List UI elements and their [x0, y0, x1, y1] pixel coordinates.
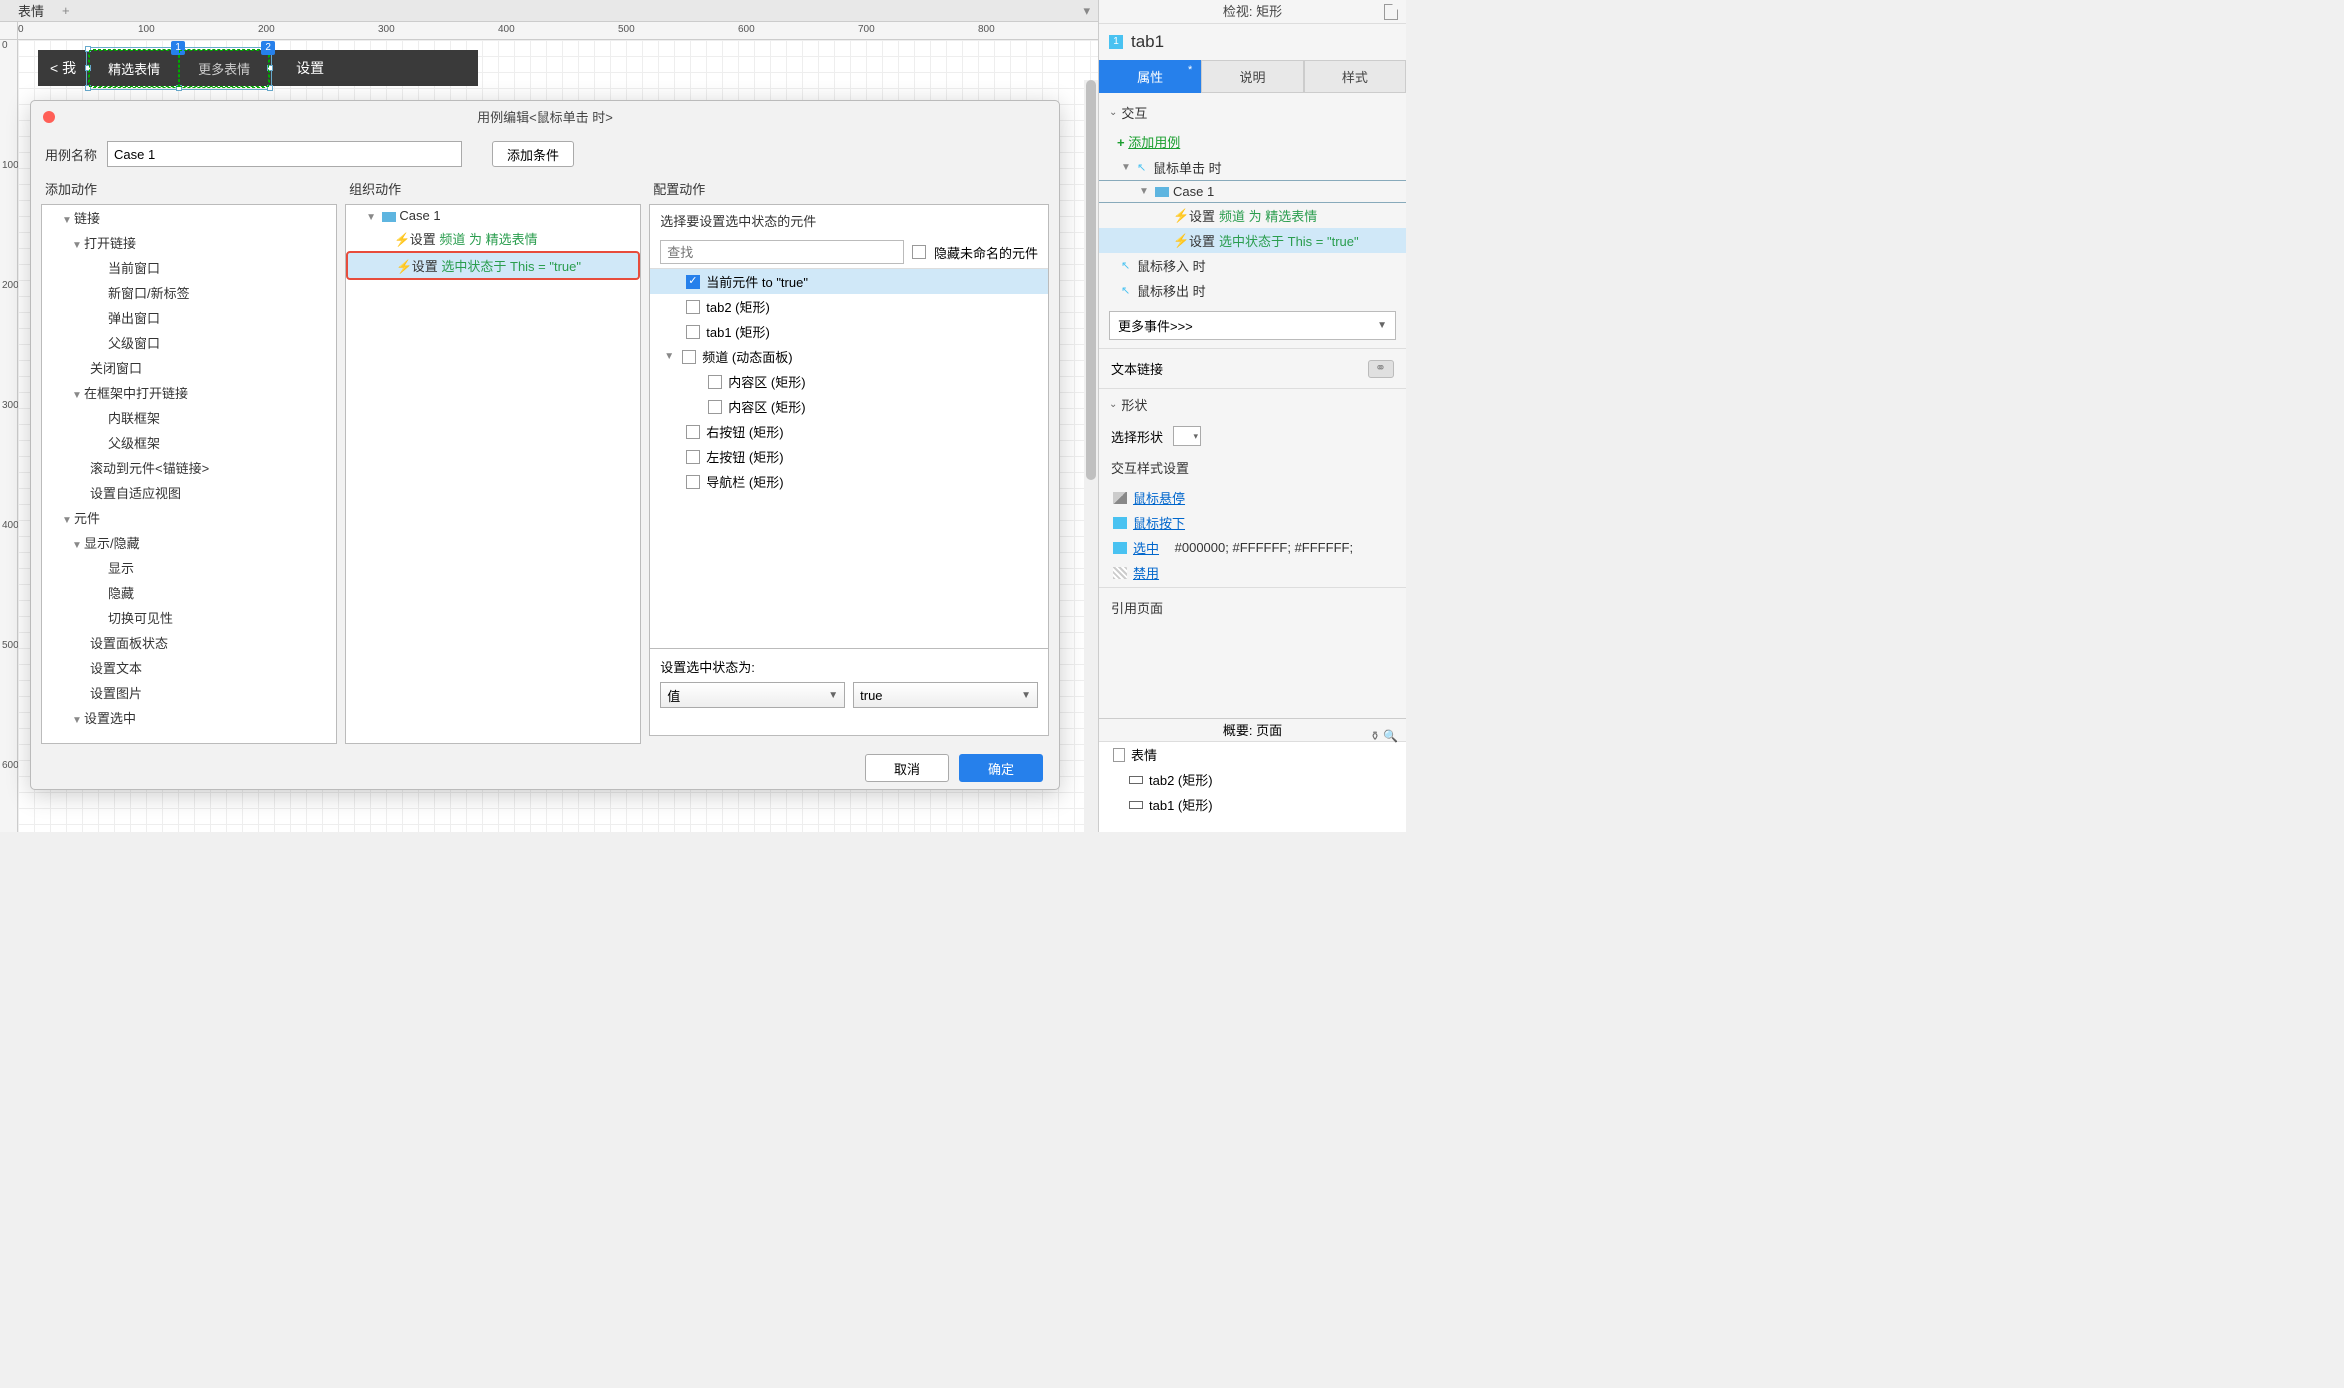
selected-action-item[interactable]: ⚡ 设置 选中状态于 This = "true"	[1099, 228, 1406, 253]
tab-properties[interactable]: 属性*	[1099, 60, 1201, 93]
tab-group-selected[interactable]: 精选表情 1 更多表情 2	[88, 49, 270, 88]
link-icon[interactable]	[1368, 360, 1394, 378]
current-widget-checkbox[interactable]	[686, 275, 700, 289]
tab1-widget[interactable]: 精选表情 1	[89, 50, 179, 87]
add-page-tab[interactable]: +	[54, 1, 78, 20]
page-tab-dropdown[interactable]: ▾	[1075, 1, 1098, 21]
disabled-style-link[interactable]: 禁用	[1113, 560, 1392, 585]
value-type-select[interactable]: 值▼	[660, 682, 845, 708]
click-icon: ↖	[1137, 161, 1149, 174]
inspector-header: 检视: 矩形	[1099, 0, 1406, 24]
outline-tree[interactable]: 表情 tab2 (矩形) tab1 (矩形)	[1099, 742, 1406, 832]
back-button[interactable]: < 我	[38, 58, 88, 78]
interactions-section[interactable]: ⌄交互	[1099, 97, 1406, 128]
configure-action: 选择要设置选中状态的元件 隐藏未命名的元件 当前元件 to "true" tab…	[649, 204, 1049, 649]
ix-style-header: 交互样式设置	[1099, 452, 1406, 483]
tab2-widget[interactable]: 更多表情 2	[179, 50, 269, 87]
shape-section[interactable]: ⌄形状	[1099, 389, 1406, 420]
widget-search-input[interactable]	[660, 240, 904, 264]
case-icon	[382, 212, 396, 222]
add-condition-button[interactable]: 添加条件	[492, 141, 574, 167]
configure-action-header: 配置动作	[649, 173, 1049, 204]
outline-header: 概要: 页面 ⚱ 🔍	[1099, 718, 1406, 742]
add-case-link[interactable]: + 添加用例	[1099, 128, 1406, 155]
close-icon[interactable]	[43, 111, 55, 123]
search-icon[interactable]: 🔍	[1383, 724, 1398, 748]
bolt-icon: ⚡	[396, 259, 408, 275]
page-tab-bar: 表情 + ▾	[0, 0, 1098, 22]
mouseenter-icon: ↖	[1121, 259, 1133, 272]
ok-button[interactable]: 确定	[959, 754, 1043, 782]
filter-icon[interactable]: ⚱	[1370, 724, 1380, 748]
text-link-label: 文本链接	[1111, 359, 1163, 378]
page-icon	[1113, 748, 1125, 762]
rect-icon	[1129, 801, 1143, 809]
disabled-icon	[1113, 567, 1127, 579]
footnote-2: 2	[261, 41, 275, 55]
organize-actions[interactable]: ▼ Case 1 ⚡ 设置 频道 为 精选表情 ⚡ 设置 选中状态于 This …	[345, 204, 641, 744]
value-select[interactable]: true▼	[853, 682, 1038, 708]
ruler-vertical[interactable]: 0 100 200 300 400 500 600	[0, 40, 18, 832]
ruler-horizontal[interactable]: 0 100 200 300 400 500 600 700 800	[18, 22, 1098, 40]
cancel-button[interactable]: 取消	[865, 754, 949, 782]
shape-select[interactable]	[1173, 426, 1201, 446]
organize-action-header: 组织动作	[345, 173, 641, 204]
ref-page-label: 引用页面	[1099, 587, 1406, 627]
ruler-corner	[0, 22, 18, 40]
bolt-icon: ⚡	[1173, 233, 1185, 249]
selected-icon	[1113, 542, 1127, 554]
mousedown-style-link[interactable]: 鼠标按下	[1113, 510, 1392, 535]
widget-name[interactable]: tab1	[1131, 32, 1164, 52]
tab-notes[interactable]: 说明	[1201, 60, 1303, 93]
canvas-scrollbar[interactable]	[1084, 80, 1098, 832]
tab-style[interactable]: 样式	[1304, 60, 1406, 93]
action-library[interactable]: ▼链接 ▼打开链接 当前窗口 新窗口/新标签 弹出窗口 父级窗口 关闭窗口 ▼在…	[41, 204, 337, 744]
hover-style-link[interactable]: 鼠标悬停	[1113, 485, 1392, 510]
case-name-input[interactable]	[107, 141, 462, 167]
dialog-title: 用例编辑<鼠标单击 时>	[31, 101, 1059, 135]
inspector-panel: 检视: 矩形 1 tab1 属性* 说明 样式 ⌄交互 + 添加用例 ▼↖鼠标单…	[1098, 0, 1406, 832]
page-tab[interactable]: 表情	[8, 0, 54, 22]
case-editor-dialog: 用例编辑<鼠标单击 时> 用例名称 添加条件 添加动作 ▼链接 ▼打开链接 当前…	[30, 100, 1060, 790]
hover-icon	[1113, 492, 1127, 504]
add-action-header: 添加动作	[41, 173, 337, 204]
note-icon[interactable]	[1384, 4, 1398, 20]
bolt-icon: ⚡	[1173, 208, 1185, 224]
mouseleave-icon: ↖	[1121, 284, 1133, 297]
selected-style-link[interactable]: 选中 #000000; #FFFFFF; #FFFFFF;	[1113, 535, 1392, 560]
mousedown-icon	[1113, 517, 1127, 529]
footnote-number[interactable]: 1	[1109, 35, 1123, 49]
settings-label[interactable]: 设置	[280, 58, 340, 78]
selected-action[interactable]: ⚡ 设置 选中状态于 This = "true"	[346, 251, 640, 280]
hide-unnamed-checkbox[interactable]	[912, 245, 926, 259]
more-events-select[interactable]: 更多事件>>>▼	[1109, 311, 1396, 340]
case-icon	[1155, 187, 1169, 197]
nav-bar-widget[interactable]: < 我 精选表情 1 更多表情 2 设置	[38, 50, 478, 86]
bolt-icon: ⚡	[394, 232, 406, 248]
case-name-label: 用例名称	[45, 145, 97, 164]
rect-icon	[1129, 776, 1143, 784]
